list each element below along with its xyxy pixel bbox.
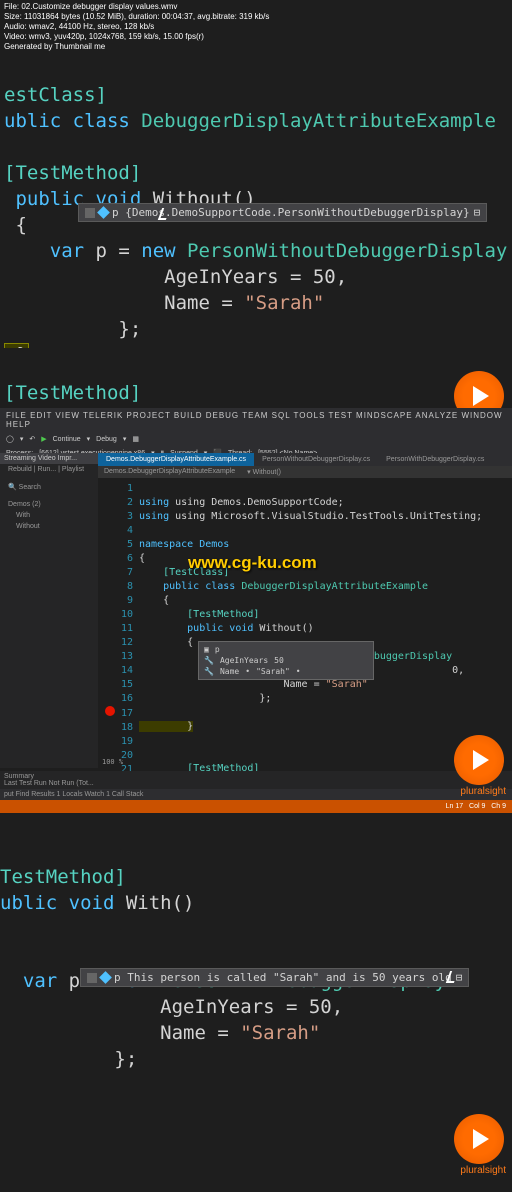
tab-active[interactable]: Demos.DebuggerDisplayAttributeExample.cs (98, 453, 254, 466)
watermark: www.cg-ku.com (188, 553, 317, 573)
test-explorer-sidebar[interactable]: Streaming Video Impr... Rebuild | Run...… (0, 453, 98, 768)
panel-3: TestMethod] ublic void With() var p = ne… (0, 813, 512, 1192)
debugger-datatip[interactable]: ▣p 🔧AgeInYears50 🔧Name•"Sarah"• (198, 641, 374, 680)
video-metadata: File: 02.Customize debugger display valu… (0, 0, 273, 54)
object-icon-3 (99, 971, 112, 984)
mouse-cursor (160, 208, 172, 224)
meta-audio: Audio: wmav2, 44100 Hz, stereo, 128 kb/s (4, 22, 269, 32)
tooltip-text-3: p This person is called "Sarah" and is 5… (114, 971, 452, 984)
vs-bottom-panels: Summary Last Test Run Not Run (Tot... pu… (0, 771, 512, 813)
meta-video: Video: wmv3, yuv420p, 1024x768, 159 kb/s… (4, 32, 269, 42)
breakpoint-icon[interactable] (105, 706, 115, 716)
tab-3[interactable]: PersonWithDebuggerDisplay.cs (378, 453, 492, 466)
summary-panel[interactable]: Summary Last Test Run Not Run (Tot... (0, 771, 512, 789)
status-bar: Ln 17 Col 9 Ch 9 (0, 800, 512, 813)
panel-2: [TestMethod] public void With() pluralsi… (0, 348, 512, 813)
zoom-level[interactable]: 100 % (98, 756, 127, 768)
debugger-tooltip-3[interactable]: p This person is called "Sarah" and is 5… (80, 968, 469, 987)
mouse-cursor-3 (448, 971, 460, 987)
bottom-tabs[interactable]: put Find Results 1 Locals Watch 1 Call S… (0, 789, 512, 800)
panel-1: File: 02.Customize debugger display valu… (0, 0, 512, 348)
pluralsight-label-3: pluralsight (460, 1165, 506, 1176)
meta-size: Size: 11031864 bytes (10.52 MiB), durati… (4, 12, 269, 22)
vs-editor[interactable]: Demos.DebuggerDisplayAttributeExample.cs… (98, 453, 512, 768)
debugger-tooltip-1[interactable]: p {Demos.DemoSupportCode.PersonWithoutDe… (78, 203, 487, 222)
vs-toolbar-1[interactable]: ◯▾↶▶ Continue ▾Debug ▾▦ (0, 432, 512, 446)
tab-2[interactable]: PersonWithoutDebuggerDisplay.cs (254, 453, 378, 466)
meta-file: File: 02.Customize debugger display valu… (4, 2, 269, 12)
expand-icon-3[interactable] (87, 973, 97, 983)
pluralsight-label-2: pluralsight (460, 786, 506, 797)
play-button-2[interactable] (454, 735, 504, 785)
vs-menu-bar[interactable]: FILE EDIT VIEW TELERIK PROJECT BUILD DEB… (0, 408, 512, 432)
pin-icon[interactable]: ⊟ (474, 206, 481, 219)
breadcrumb[interactable]: Demos.DebuggerDisplayAttributeExample ▾ … (98, 466, 512, 478)
play-button-3[interactable] (454, 1114, 504, 1164)
expand-icon[interactable] (85, 208, 95, 218)
meta-gen: Generated by Thumbnail me (4, 42, 269, 52)
editor-tabs[interactable]: Demos.DebuggerDisplayAttributeExample.cs… (98, 453, 512, 466)
visual-studio-ide: FILE EDIT VIEW TELERIK PROJECT BUILD DEB… (0, 408, 512, 813)
code-block-3: TestMethod] ublic void With() var p = ne… (0, 813, 512, 1098)
sidebar-header: Streaming Video Impr... (0, 453, 98, 464)
object-icon (97, 206, 110, 219)
